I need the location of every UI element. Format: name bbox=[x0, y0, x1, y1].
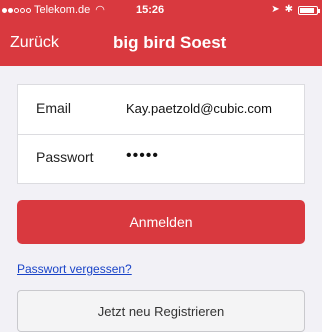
status-bar: Telekom.de ◠ 15:26 ➤ ✱ bbox=[0, 0, 322, 20]
wifi-icon: ◠ bbox=[95, 4, 105, 16]
location-arrow-icon: ➤ bbox=[271, 4, 280, 15]
status-right: ➤ ✱ bbox=[271, 0, 320, 20]
battery-icon bbox=[298, 5, 320, 15]
password-field[interactable] bbox=[126, 143, 296, 169]
status-left: Telekom.de ◠ bbox=[2, 0, 105, 20]
login-form: Email Passwort bbox=[17, 84, 305, 184]
register-button[interactable]: Jetzt neu Registrieren bbox=[17, 290, 305, 332]
forgot-password-link[interactable]: Passwort vergessen? bbox=[17, 262, 132, 276]
email-row: Email bbox=[18, 85, 304, 135]
bluetooth-icon: ✱ bbox=[284, 4, 293, 15]
password-label: Passwort bbox=[36, 149, 94, 165]
signal-strength-icon bbox=[2, 7, 31, 13]
status-time: 15:26 bbox=[136, 4, 165, 16]
back-button[interactable]: Zurück bbox=[10, 34, 59, 52]
email-label: Email bbox=[36, 100, 72, 116]
carrier-name: Telekom.de bbox=[34, 4, 91, 16]
login-button[interactable]: Anmelden bbox=[17, 200, 305, 244]
email-field[interactable] bbox=[126, 95, 296, 121]
navigation-bar: Zurück big bird Soest bbox=[0, 20, 322, 66]
page-title: big bird Soest bbox=[113, 33, 227, 52]
password-row: Passwort bbox=[18, 134, 304, 183]
login-screen: Telekom.de ◠ 15:26 ➤ ✱ Zurück big bird S… bbox=[0, 0, 322, 332]
